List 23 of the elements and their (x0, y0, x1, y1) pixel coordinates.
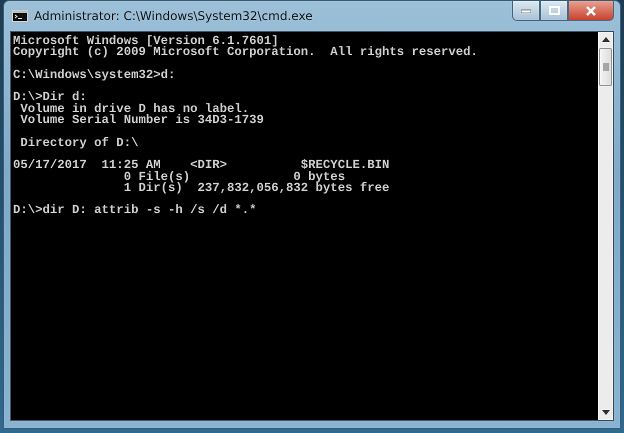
console-line: 0 File(s) 0 bytes (122, 172, 346, 183)
window-title: Administrator: C:\Windows\System32\cmd.exe (34, 9, 313, 23)
console-icon (12, 10, 28, 22)
close-button[interactable] (568, 1, 614, 21)
maximize-button[interactable] (540, 1, 568, 21)
grip-icon (602, 63, 608, 71)
console-line: Volume in drive D has no label. (19, 104, 250, 116)
console-line: 1 Dir(s) 237,832,056,832 bytes free (122, 182, 390, 194)
scrollbar[interactable] (598, 32, 613, 420)
scroll-down-icon[interactable] (602, 410, 610, 415)
minimize-icon (521, 8, 531, 12)
console-line: Volume Serial Number is 34D3-1739 (19, 115, 265, 126)
maximize-icon (548, 6, 560, 15)
console-line: D:\>Dir d: (13, 92, 88, 104)
scroll-thumb[interactable] (599, 48, 612, 86)
console-line: D:\>dir D: attrib -s -h /s /d *.* (13, 205, 258, 217)
console-line: Copyright (c) 2009 Microsoft Corporation. All rights reserved. (13, 47, 479, 59)
minimize-button[interactable] (512, 1, 540, 21)
console-line: Directory of D:\ (19, 138, 140, 149)
console-line: 05/17/2017 11:25 AM <DIR> $RECYCLE.BIN (13, 160, 390, 172)
console-line: C:\Windows\system32>d: (13, 70, 176, 82)
scroll-up-icon[interactable] (602, 37, 610, 42)
close-icon (585, 6, 597, 16)
